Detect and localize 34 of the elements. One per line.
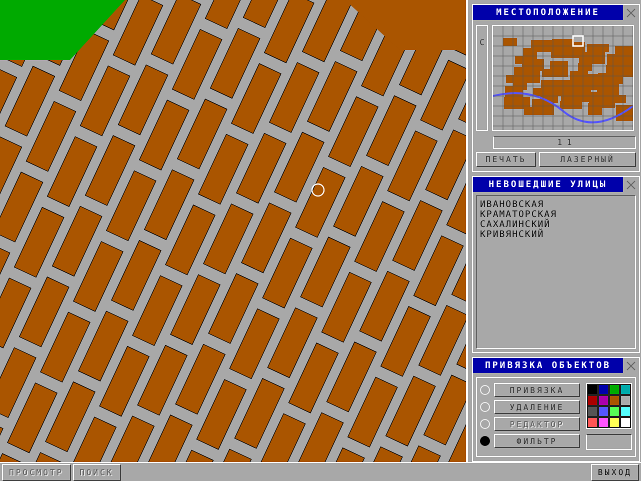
color-swatch[interactable] xyxy=(598,417,609,428)
color-swatch[interactable] xyxy=(587,384,598,395)
exit-button[interactable]: ВЫХОД xyxy=(590,464,639,481)
mode-button[interactable]: ФИЛЬТР xyxy=(494,434,580,448)
color-swatch[interactable] xyxy=(620,406,631,417)
mode-button[interactable]: УДАЛЕНИЕ xyxy=(494,400,580,414)
color-swatch[interactable] xyxy=(620,384,631,395)
color-swatch[interactable] xyxy=(587,417,598,428)
street-item[interactable]: САХАЛИНСКИЙ xyxy=(480,220,551,230)
color-swatch[interactable] xyxy=(609,417,620,428)
print-button[interactable]: ПЕЧАТЬ xyxy=(476,152,536,167)
color-swatch[interactable] xyxy=(598,406,609,417)
side-label: С xyxy=(476,25,488,131)
color-swatch[interactable] xyxy=(620,395,631,406)
color-preview xyxy=(586,434,632,450)
street-item[interactable]: КРИВЯНСКИЙ xyxy=(480,230,544,240)
panel-title: МЕСТОПОЛОЖЕНИЕ xyxy=(473,5,623,20)
color-swatch[interactable] xyxy=(598,384,609,395)
panel-title: ПРИВЯЗКА ОБЪЕКТОВ xyxy=(473,358,623,373)
color-swatch[interactable] xyxy=(587,395,598,406)
print-button[interactable]: ЛАЗЕРНЫЙ xyxy=(539,152,636,167)
panel-title: НЕВОШЕДШИЕ УЛИЦЫ xyxy=(473,177,623,192)
overview-map-drawing[interactable] xyxy=(492,25,634,131)
color-swatch[interactable] xyxy=(620,417,631,428)
color-swatch[interactable] xyxy=(609,395,620,406)
color-swatch[interactable] xyxy=(609,384,620,395)
radio-button[interactable] xyxy=(480,436,490,446)
color-swatch[interactable] xyxy=(598,395,609,406)
mode-button[interactable]: ПРИВЯЗКА xyxy=(494,383,580,397)
street-item[interactable]: КРАМАТОРСКАЯ xyxy=(480,210,558,220)
street-item[interactable]: ИВАНОВСКАЯ xyxy=(480,200,544,210)
color-swatch[interactable] xyxy=(609,406,620,417)
sheet-number: 1 1 xyxy=(493,136,636,149)
color-swatch[interactable] xyxy=(587,406,598,417)
